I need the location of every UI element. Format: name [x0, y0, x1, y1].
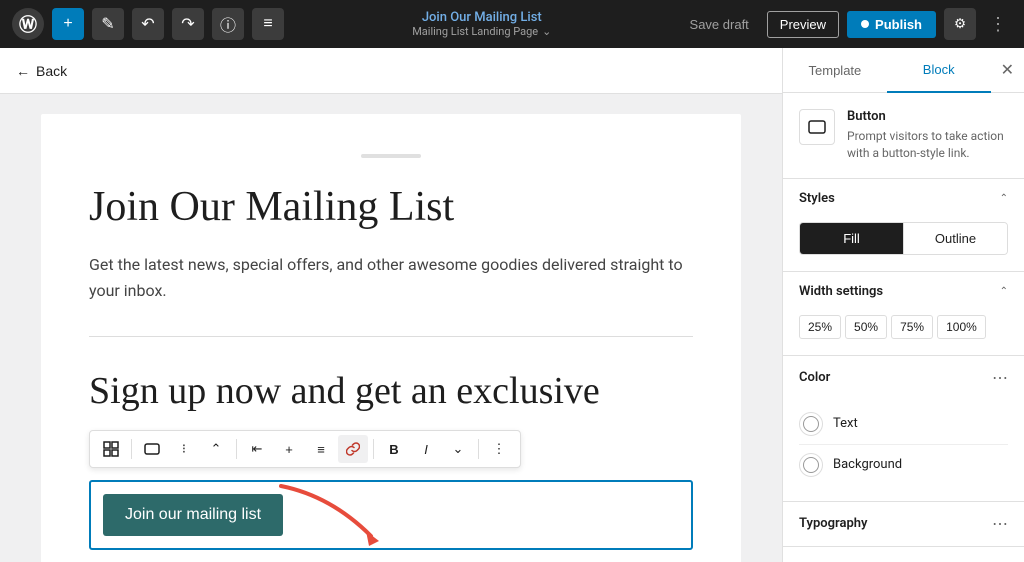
more-rich-text[interactable]: ⌄ [443, 435, 473, 463]
toolbar-center: Join Our Mailing List Mailing List Landi… [292, 10, 672, 38]
bold-button[interactable]: B [379, 435, 409, 463]
section-divider [89, 336, 693, 337]
tab-block[interactable]: Block [887, 48, 991, 93]
typography-more-options-button[interactable]: ⋯ [992, 514, 1008, 534]
align-left-button[interactable]: ⇤ [242, 435, 272, 463]
list-view-button[interactable]: ≡ [252, 8, 284, 40]
mailing-list-button[interactable]: Join our mailing list [103, 494, 283, 536]
width-section-header[interactable]: Width settings ⌃ [783, 272, 1024, 311]
style-toggle: Fill Outline [799, 222, 1008, 255]
color-title: Color [799, 370, 830, 385]
undo-button[interactable]: ↶ [132, 8, 164, 40]
text-color-swatch [803, 416, 819, 432]
background-color-option[interactable]: Background [799, 445, 1008, 485]
add-block-button[interactable]: + [52, 8, 84, 40]
more-options-button[interactable]: ⋮ [984, 10, 1012, 38]
toolbar-right: Save draft Preview Publish ⚙ ⋮ [680, 8, 1012, 40]
add-item-button[interactable]: + [274, 435, 304, 463]
toolbar-separator-2 [236, 439, 237, 459]
back-arrow-icon: ← [16, 63, 30, 79]
toolbar-separator-4 [478, 439, 479, 459]
background-color-swatch [803, 457, 819, 473]
publish-button[interactable]: Publish [847, 11, 936, 38]
section-heading: Sign up now and get an exclusive [89, 369, 693, 415]
back-bar: ← Back [0, 48, 782, 94]
tab-template[interactable]: Template [783, 49, 887, 92]
page-title-link[interactable]: Join Our Mailing List [422, 10, 542, 25]
fill-style-button[interactable]: Fill [800, 223, 903, 254]
page-subtitle[interactable]: Mailing List Landing Page ⌄ [412, 25, 551, 38]
block-info-text: Button Prompt visitors to take action wi… [847, 109, 1008, 162]
color-content: Text Background [783, 400, 1024, 501]
page-description: Get the latest news, special offers, and… [89, 252, 693, 303]
button-icon-toggle[interactable] [137, 435, 167, 463]
color-section-header[interactable]: Color ⋯ [783, 356, 1024, 400]
tools-button[interactable]: ✎ [92, 8, 124, 40]
back-button[interactable]: ← Back [16, 63, 67, 79]
page-heading: Join Our Mailing List [89, 182, 693, 232]
block-name: Button [847, 109, 1008, 124]
width-75-button[interactable]: 75% [891, 315, 933, 339]
typography-header[interactable]: Typography ⋯ [783, 502, 1024, 546]
styles-content: Fill Outline [783, 218, 1024, 271]
right-sidebar: Template Block ✕ Button Prompt visitors … [782, 48, 1024, 562]
top-toolbar: Ⓦ + ✎ ↶ ↷ ⓘ ≡ Join Our Mailing List Mail… [0, 0, 1024, 48]
button-block-wrapper: Join our mailing list [89, 480, 693, 550]
text-color-circle [799, 412, 823, 436]
width-title: Width settings [799, 284, 883, 299]
block-description: Prompt visitors to take action with a bu… [847, 128, 1008, 162]
text-color-label: Text [833, 416, 858, 431]
canvas-handle [361, 154, 421, 158]
link-button[interactable] [338, 435, 368, 463]
info-button[interactable]: ⓘ [212, 8, 244, 40]
publish-dot [861, 20, 869, 28]
toolbar-separator-3 [373, 439, 374, 459]
styles-section-header[interactable]: Styles ⌃ [783, 179, 1024, 218]
canvas: Join Our Mailing List Get the latest new… [41, 114, 741, 562]
typography-title: Typography [799, 516, 868, 531]
width-section: Width settings ⌃ 25% 50% 75% 100% [783, 272, 1024, 356]
outline-style-button[interactable]: Outline [903, 223, 1007, 254]
styles-chevron-icon: ⌃ [1000, 193, 1008, 204]
width-content: 25% 50% 75% 100% [783, 311, 1024, 355]
width-25-button[interactable]: 25% [799, 315, 841, 339]
block-toolbar: ⁝ ⌃ ⇤ + ≡ B I ⌄ ⋮ [89, 430, 521, 468]
background-color-circle [799, 453, 823, 477]
main-layout: ← Back Join Our Mailing List Get the lat… [0, 48, 1024, 562]
justify-button[interactable]: ≡ [306, 435, 336, 463]
drag-handle[interactable]: ⁝ [169, 435, 199, 463]
preview-button[interactable]: Preview [767, 11, 839, 38]
block-options-button[interactable]: ⋮ [484, 435, 514, 463]
width-buttons: 25% 50% 75% 100% [799, 315, 1008, 339]
color-more-options-button[interactable]: ⋯ [992, 368, 1008, 388]
width-chevron-icon: ⌃ [1000, 286, 1008, 297]
width-50-button[interactable]: 50% [845, 315, 887, 339]
text-color-option[interactable]: Text [799, 404, 1008, 444]
block-type-switcher[interactable] [96, 435, 126, 463]
sidebar-tabs: Template Block ✕ [783, 48, 1024, 93]
color-section: Color ⋯ Text Background [783, 356, 1024, 502]
background-color-label: Background [833, 457, 902, 472]
typography-section: Typography ⋯ [783, 502, 1024, 547]
styles-title: Styles [799, 191, 835, 206]
width-100-button[interactable]: 100% [937, 315, 986, 339]
move-up-button[interactable]: ⌃ [201, 435, 231, 463]
settings-button[interactable]: ⚙ [944, 8, 976, 40]
save-draft-button[interactable]: Save draft [680, 11, 759, 38]
block-info: Button Prompt visitors to take action wi… [783, 93, 1024, 179]
redo-button[interactable]: ↷ [172, 8, 204, 40]
block-type-icon [799, 109, 835, 145]
canvas-wrapper: Join Our Mailing List Get the latest new… [0, 94, 782, 562]
editor-area: ← Back Join Our Mailing List Get the lat… [0, 48, 782, 562]
styles-section: Styles ⌃ Fill Outline [783, 179, 1024, 272]
italic-button[interactable]: I [411, 435, 441, 463]
sidebar-close-button[interactable]: ✕ [991, 52, 1024, 88]
wp-logo[interactable]: Ⓦ [12, 8, 44, 40]
toolbar-separator-1 [131, 439, 132, 459]
